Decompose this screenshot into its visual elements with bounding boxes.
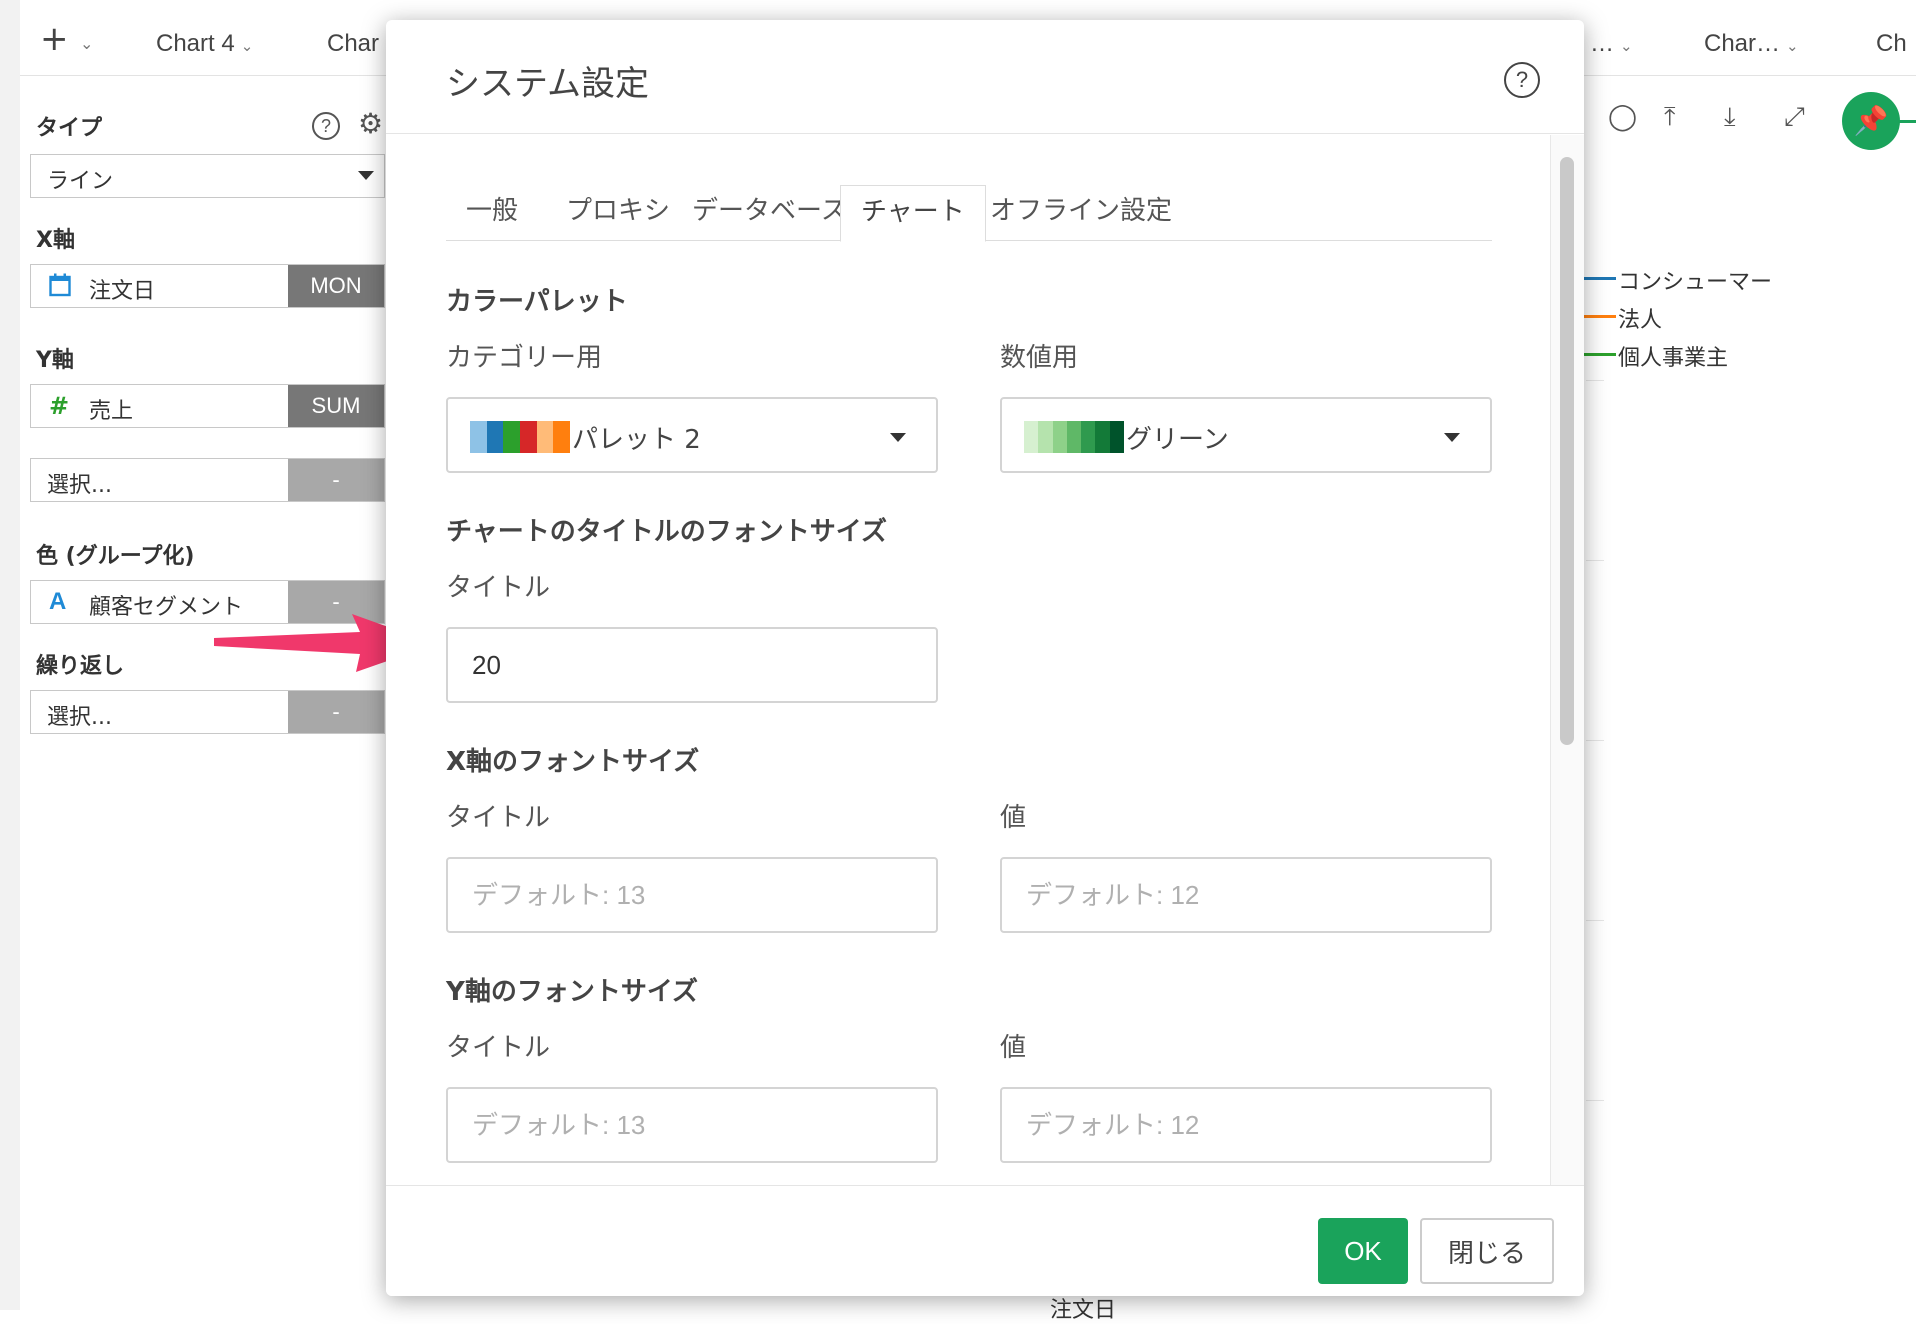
text-type-icon: A <box>49 588 67 615</box>
tab-general[interactable]: 一般 <box>446 185 538 241</box>
chevron-down-icon: ⌄ <box>1620 38 1633 55</box>
type-label: タイプ <box>36 116 103 141</box>
dialog-scrollbar[interactable] <box>1550 135 1584 1185</box>
y-axis-second-placeholder: 選択... <box>47 473 112 498</box>
y-axis-aggregation-button[interactable]: SUM <box>288 385 384 427</box>
y-title-font-input[interactable] <box>446 1087 938 1163</box>
x-axis-label: X軸 <box>36 228 75 253</box>
category-palette-label: カテゴリー用 <box>446 343 603 373</box>
numeric-palette-value: グリーン <box>1126 425 1229 455</box>
chart-type-select[interactable]: ライン <box>30 154 385 198</box>
tab-chart[interactable]: チャート <box>840 185 986 242</box>
x-title-font-label: タイトル <box>446 803 551 833</box>
color-group-label: 色 (グループ化) <box>36 544 195 569</box>
gridline <box>1586 1100 1604 1101</box>
chevron-down-icon: ⌄ <box>240 38 254 55</box>
tab-offline-settings[interactable]: オフライン設定 <box>970 185 1192 241</box>
y-axis-second-field[interactable]: 選択... - <box>30 458 385 502</box>
dialog-body: 一般 プロキシ データベース チャート オフライン設定 カラーパレット カテゴリ… <box>386 135 1584 1185</box>
y-axis-label: Y軸 <box>36 348 74 373</box>
ok-button[interactable]: OK <box>1318 1218 1408 1284</box>
tab-chart-last[interactable]: Ch <box>1876 30 1907 58</box>
x-axis-font-size-heading: X軸のフォントサイズ <box>446 747 700 777</box>
y-axis-second-button[interactable]: - <box>288 459 384 501</box>
palette-swatch <box>1024 421 1124 453</box>
x-title-font-input[interactable] <box>446 857 938 933</box>
y-title-font-label: タイトル <box>446 1033 551 1063</box>
expand-icon[interactable]: ⤢ <box>1784 104 1805 130</box>
x-axis-field-name: 注文日 <box>89 279 156 304</box>
system-settings-dialog: システム設定 ? 一般 プロキシ データベース チャート オフライン設定 カラー… <box>386 20 1584 1296</box>
number-hash-icon: # <box>49 392 70 420</box>
caret-down-icon <box>890 433 906 442</box>
repeat-placeholder: 選択... <box>47 705 112 730</box>
x-axis-title: 注文日 <box>1050 1298 1117 1323</box>
caret-down-icon <box>1444 433 1460 442</box>
tab-chart-hidden[interactable]: … ⌄ <box>1590 30 1633 58</box>
title-font-size-input[interactable] <box>446 627 938 703</box>
tab-database[interactable]: データベース <box>672 185 867 241</box>
gridline <box>1586 380 1604 381</box>
y-axis-field[interactable]: # 売上 SUM <box>30 384 385 428</box>
tab-chart-5[interactable]: Char <box>327 30 379 58</box>
dialog-header: システム設定 ? <box>386 20 1584 134</box>
settings-tabs: 一般 プロキシ データベース チャート オフライン設定 <box>446 185 1492 242</box>
color-palette-heading: カラーパレット <box>446 287 628 317</box>
repeat-field[interactable]: 選択... - <box>30 690 385 734</box>
download-icon[interactable]: ⤓ <box>1724 104 1736 130</box>
title-font-size-heading: チャートのタイトルのフォントサイズ <box>446 517 887 547</box>
tab-chart-4[interactable]: Chart 4 ⌄ <box>156 30 253 58</box>
pin-icon[interactable]: 📌 <box>1842 92 1900 150</box>
tab-proxy[interactable]: プロキシ <box>546 185 690 241</box>
repeat-label: 繰り返し <box>36 654 125 679</box>
chevron-down-icon: ⌄ <box>1786 38 1799 55</box>
category-palette-value: パレット 2 <box>572 425 701 455</box>
add-chart-icon[interactable]: + <box>40 22 69 56</box>
help-icon[interactable]: ? <box>312 112 340 140</box>
pin-connector <box>1898 120 1916 123</box>
title-font-label: タイトル <box>446 573 551 603</box>
scrollbar-thumb[interactable] <box>1560 157 1574 745</box>
close-button[interactable]: 閉じる <box>1420 1218 1554 1284</box>
x-value-font-label: 値 <box>1000 803 1027 833</box>
legend-item-corporate: 法人 <box>1558 302 1662 334</box>
left-gutter <box>0 0 20 1310</box>
gridline <box>1586 920 1604 921</box>
help-icon[interactable]: ? <box>1504 62 1540 98</box>
dialog-footer: OK 閉じる <box>386 1185 1584 1296</box>
category-palette-select[interactable]: パレット 2 <box>446 397 938 473</box>
numeric-palette-label: 数値用 <box>1000 343 1079 373</box>
y-value-font-label: 値 <box>1000 1033 1027 1063</box>
x-value-font-input[interactable] <box>1000 857 1492 933</box>
legend-item-consumer: コンシューマー <box>1558 264 1772 296</box>
y-axis-field-name: 売上 <box>89 399 134 424</box>
upload-icon[interactable]: ⤒ <box>1664 104 1676 130</box>
legend-item-home-office: 個人事業主 <box>1558 340 1728 372</box>
y-axis-font-size-heading: Y軸のフォントサイズ <box>446 977 699 1007</box>
caret-down-icon <box>358 171 374 180</box>
tab-chart-next[interactable]: Char… ⌄ <box>1704 30 1799 58</box>
gridline <box>1586 560 1604 561</box>
dialog-title: システム設定 <box>446 64 649 104</box>
x-axis-field[interactable]: 注文日 MON <box>30 264 385 308</box>
y-value-font-input[interactable] <box>1000 1087 1492 1163</box>
gridline <box>1586 740 1604 741</box>
palette-swatch <box>470 421 571 453</box>
gear-icon[interactable]: ⚙ <box>358 110 383 138</box>
chevron-down-icon[interactable]: ⌄ <box>80 34 93 53</box>
repeat-button[interactable]: - <box>288 691 384 733</box>
x-axis-aggregation-button[interactable]: MON <box>288 265 384 307</box>
calendar-icon <box>49 273 71 302</box>
comment-icon[interactable]: ◯ <box>1608 104 1637 130</box>
numeric-palette-select[interactable]: グリーン <box>1000 397 1492 473</box>
